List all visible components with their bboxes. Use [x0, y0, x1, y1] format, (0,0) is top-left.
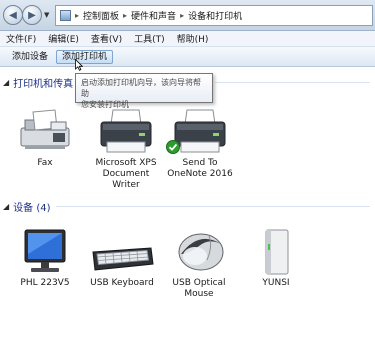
devices-section-header[interactable]: ◢ 设备 (4) [3, 199, 51, 214]
mouse-icon [178, 233, 224, 271]
breadcrumb-hardware-sound[interactable]: 硬件和声音 [131, 9, 176, 22]
control-panel-icon [60, 10, 71, 21]
keyboard-icon [92, 247, 154, 271]
section-title: 打印机和传真 [13, 79, 74, 90]
device-item-mouse[interactable]: USB Optical Mouse [163, 226, 235, 300]
menu-help[interactable]: 帮助(H) [177, 32, 209, 45]
add-printer-tooltip: 启动添加打印机向导，该向导将帮助 您安装打印机 [75, 73, 213, 109]
printer-item-fax[interactable]: Fax [9, 106, 81, 169]
device-label: USB Keyboard [90, 278, 154, 288]
collapse-triangle-icon[interactable]: ◢ [3, 78, 9, 87]
back-button[interactable]: ◀ [3, 5, 23, 25]
printers-section-header[interactable]: ◢ 打印机和传真 [3, 75, 73, 90]
breadcrumb-control-panel[interactable]: 控制面板 [83, 9, 119, 22]
command-bar: 添加设备 添加打印机 [0, 47, 375, 67]
forward-arrow-icon: ▶ [28, 9, 36, 21]
section-divider [215, 82, 370, 83]
section-title: 设备 (4) [13, 203, 51, 214]
chevron-right-icon[interactable]: ▸ [123, 11, 127, 20]
breadcrumb[interactable]: ▸ 控制面板 ▸ 硬件和声音 ▸ 设备和打印机 [55, 5, 373, 26]
printer-item-xps[interactable]: Microsoft XPS Document Writer [90, 106, 162, 191]
printer-item-onenote[interactable]: Send To OneNote 2016 [164, 106, 236, 180]
breadcrumb-devices-printers[interactable]: 设备和打印机 [188, 9, 242, 22]
menu-file[interactable]: 文件(F) [6, 32, 36, 45]
device-label: PHL 223V5 [20, 278, 70, 288]
device-label: USB Optical Mouse [172, 278, 226, 299]
default-printer-check-icon [166, 140, 180, 154]
printer-label: Send To OneNote 2016 [167, 158, 233, 179]
address-bar: ◀ ▶ ▼ ▸ 控制面板 ▸ 硬件和声音 ▸ 设备和打印机 [0, 0, 375, 31]
add-printer-button[interactable]: 添加打印机 [56, 50, 114, 64]
menu-bar: 文件(F) 编辑(E) 查看(V) 工具(T) 帮助(H) [0, 31, 375, 47]
external-drive-icon [265, 229, 289, 275]
fax-icon [20, 109, 70, 149]
menu-view[interactable]: 查看(V) [91, 32, 122, 45]
printer-label: Microsoft XPS Document Writer [95, 158, 157, 190]
device-label: YUNSI [262, 278, 290, 288]
device-item-yunsi[interactable]: YUNSI [240, 226, 312, 289]
collapse-triangle-icon[interactable]: ◢ [3, 202, 9, 211]
printer-icon [100, 109, 152, 153]
tooltip-line: 您安装打印机 [81, 100, 129, 109]
add-device-button[interactable]: 添加设备 [6, 50, 54, 64]
mouse-cursor-icon [75, 59, 83, 71]
back-arrow-icon: ◀ [9, 9, 17, 21]
device-item-monitor[interactable]: PHL 223V5 [9, 226, 81, 289]
menu-edit[interactable]: 编辑(E) [48, 32, 79, 45]
forward-button[interactable]: ▶ [22, 5, 42, 25]
printer-label: Fax [37, 158, 53, 168]
chevron-right-icon[interactable]: ▸ [180, 11, 184, 20]
device-item-keyboard[interactable]: USB Keyboard [86, 226, 158, 289]
tooltip-line: 启动添加打印机向导，该向导将帮助 [81, 78, 201, 98]
chevron-right-icon[interactable]: ▸ [75, 11, 79, 20]
recent-pages-dropdown-icon[interactable]: ▼ [44, 11, 49, 19]
monitor-icon [24, 229, 66, 272]
menu-tools[interactable]: 工具(T) [134, 32, 165, 45]
section-divider [56, 206, 370, 207]
